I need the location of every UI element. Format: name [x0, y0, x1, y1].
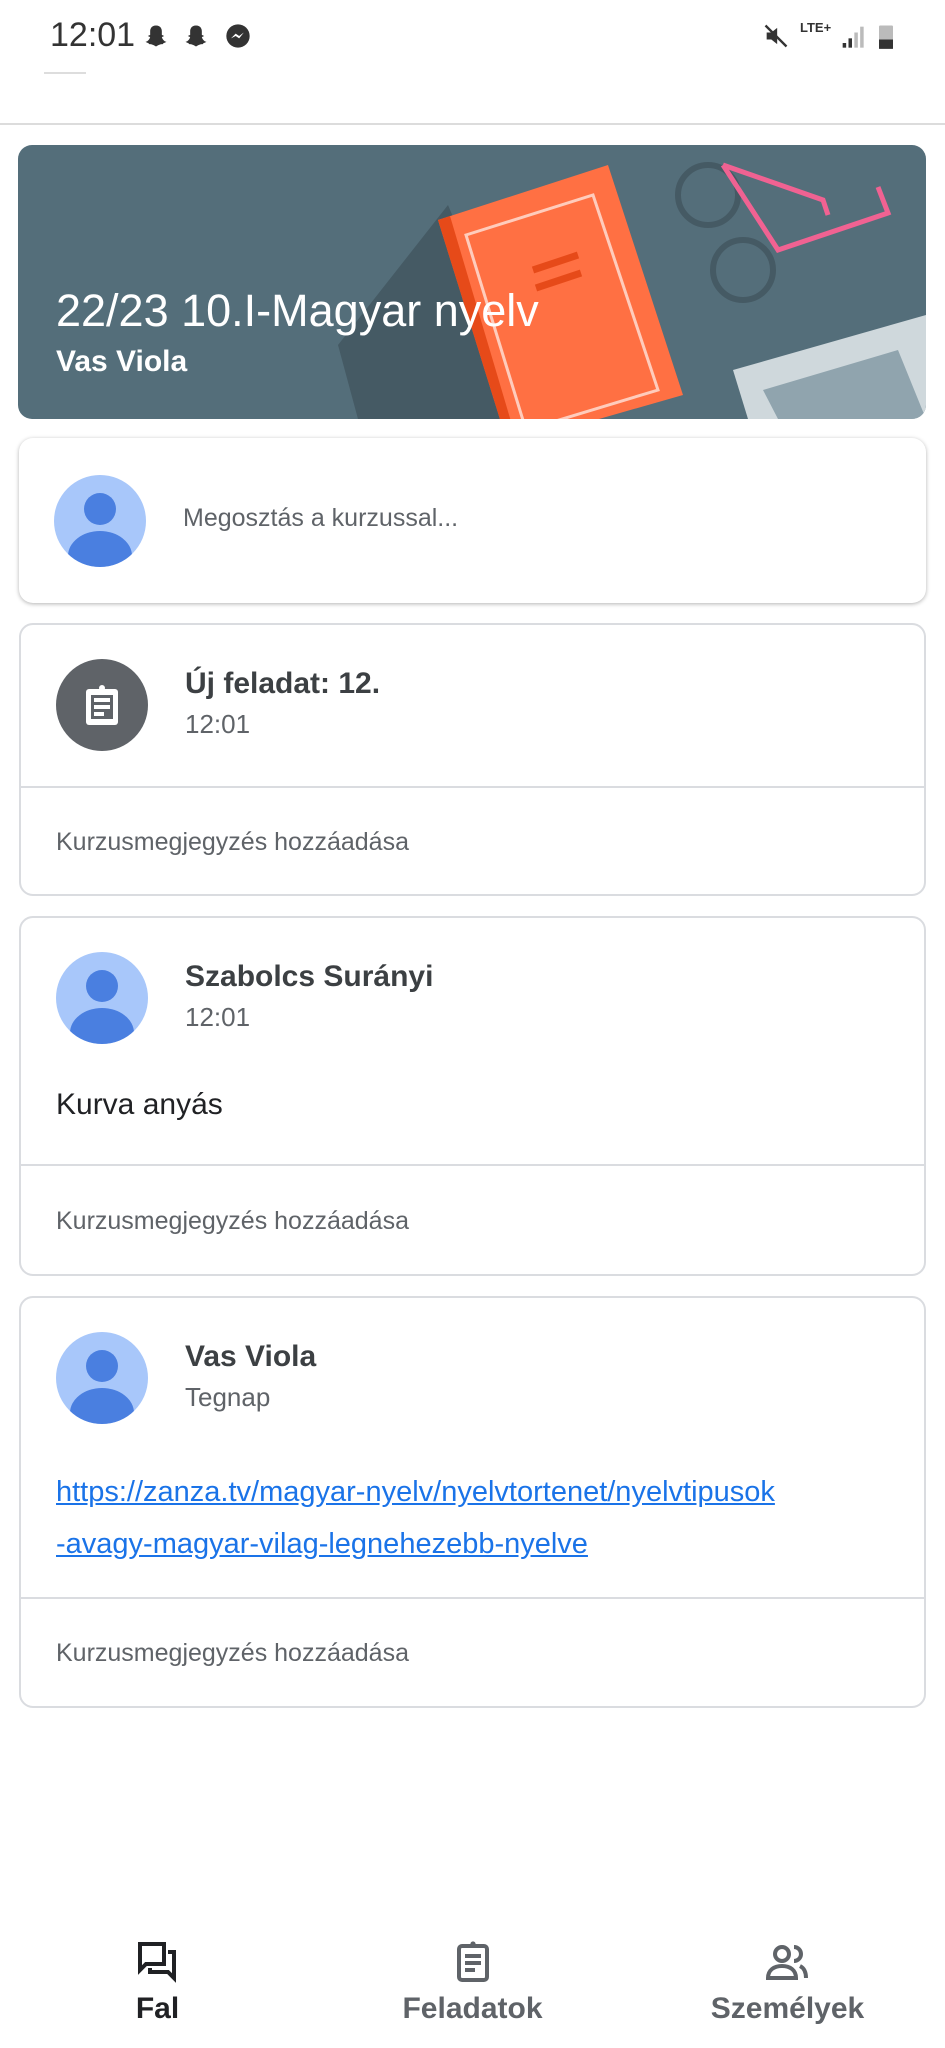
add-comment-button[interactable]: Kurzusmegjegyzés hozzáadása: [56, 1207, 409, 1236]
signal-icon: [842, 26, 864, 48]
post-link-line1[interactable]: https://zanza.tv/magyar-nyelv/nyelvtorte…: [56, 1466, 775, 1518]
divider: [21, 786, 924, 788]
header-divider: [0, 123, 945, 125]
assignment-icon: [456, 1941, 489, 1982]
assignment-icon: [56, 659, 148, 751]
share-input[interactable]: Megosztás a kurzussal...: [183, 504, 458, 533]
battery-icon: [879, 25, 893, 49]
avatar: [54, 475, 146, 567]
snapchat-icon: [185, 25, 207, 47]
post-link-line2[interactable]: -avagy-magyar-vilag-legnehezebb-nyelve: [56, 1518, 775, 1570]
tab-label: Feladatok: [402, 1992, 543, 2025]
divider: [21, 1597, 924, 1599]
forum-icon: [137, 1942, 176, 1983]
course-banner: 22/23 10.I-Magyar nyelv Vas Viola: [18, 145, 926, 419]
post-author: Vas Viola: [185, 1340, 317, 1373]
avatar: [56, 952, 148, 1044]
share-box[interactable]: Megosztás a kurzussal...: [19, 438, 926, 603]
post-link[interactable]: https://zanza.tv/magyar-nyelv/nyelvtorte…: [56, 1466, 775, 1570]
post-body: Kurva anyás: [56, 1088, 223, 1121]
tab-label: Személyek: [710, 1992, 865, 2025]
tab-fal[interactable]: Fal: [0, 1916, 315, 2048]
mute-icon: [764, 24, 788, 48]
post-card[interactable]: Szabolcs Surányi 12:01 Kurva anyás Kurzu…: [19, 916, 926, 1276]
messenger-icon: [226, 24, 250, 48]
people-icon: [765, 1945, 808, 1980]
post-time: 12:01: [185, 1002, 251, 1032]
course-title: 22/23 10.I-Magyar nyelv: [56, 285, 539, 336]
add-comment-button[interactable]: Kurzusmegjegyzés hozzáadása: [56, 828, 409, 857]
snapchat-icon: [145, 25, 167, 47]
post-card[interactable]: Vas Viola Tegnap https://zanza.tv/magyar…: [19, 1296, 926, 1708]
tab-szemelyek[interactable]: Személyek: [630, 1916, 945, 2048]
post-author: Szabolcs Surányi: [185, 960, 434, 993]
avatar: [56, 1332, 148, 1424]
menu-icon-partial[interactable]: [44, 72, 86, 74]
course-teacher: Vas Viola: [56, 345, 188, 378]
status-time: 12:01: [50, 16, 136, 54]
post-time: Tegnap: [185, 1382, 271, 1412]
tab-label: Fal: [135, 1992, 180, 2025]
post-title: Új feladat: 12.: [185, 667, 381, 700]
status-bar: 12:01 LTE+: [0, 0, 945, 80]
tab-feladatok[interactable]: Feladatok: [315, 1916, 630, 2048]
bottom-nav: Fal Feladatok Személyek: [0, 1916, 945, 2048]
post-card[interactable]: Új feladat: 12. 12:01 Kurzusmegjegyzés h…: [19, 623, 926, 896]
post-time: 12:01: [185, 709, 251, 739]
divider: [21, 1164, 924, 1166]
add-comment-button[interactable]: Kurzusmegjegyzés hozzáadása: [56, 1639, 409, 1668]
network-label: LTE+: [800, 20, 832, 35]
